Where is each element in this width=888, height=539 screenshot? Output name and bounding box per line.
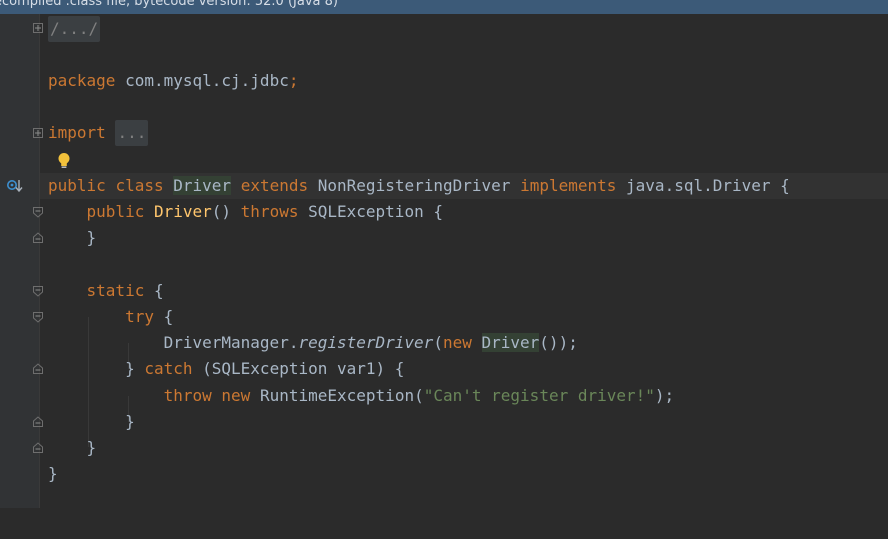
- implements-keyword: implements: [520, 176, 617, 195]
- public-keyword: public: [86, 202, 145, 221]
- close-brace: }: [48, 464, 58, 483]
- throws-keyword: throws: [240, 202, 299, 221]
- parens: (): [211, 202, 232, 221]
- catch-keyword: catch: [144, 359, 193, 378]
- code-line-3[interactable]: package com.mysql.cj.jdbc;: [40, 68, 888, 94]
- code-line-constructor[interactable]: public Driver() throws SQLException {: [40, 199, 888, 225]
- folded-imports[interactable]: ...: [115, 120, 149, 146]
- code-line-constructor-close[interactable]: }: [40, 225, 888, 251]
- public-keyword: public: [48, 176, 106, 195]
- try-keyword: try: [125, 307, 154, 326]
- static-keyword: static: [86, 281, 145, 300]
- import-keyword: import: [48, 123, 106, 142]
- class-name: Driver: [173, 176, 232, 195]
- throw-keyword: throw: [163, 386, 212, 405]
- implemented-method-icon[interactable]: [6, 178, 24, 194]
- call-close: ());: [539, 333, 578, 352]
- code-editor[interactable]: /.../ package com.mysql.cj.jdbc; import …: [40, 14, 888, 508]
- close-brace: }: [86, 438, 97, 457]
- catch-close-brace: }: [125, 359, 145, 378]
- code-line-1[interactable]: /.../: [40, 16, 888, 42]
- open-brace: {: [770, 176, 790, 195]
- code-line-static[interactable]: static {: [40, 278, 888, 304]
- code-line-try[interactable]: try {: [40, 304, 888, 330]
- catch-args: (SQLException var1) {: [192, 359, 405, 378]
- lparen: (: [433, 333, 443, 352]
- code-line-catch[interactable]: } catch (SQLException var1) {: [40, 356, 888, 382]
- semicolon: ;: [288, 71, 299, 90]
- package-name: com.mysql.cj.jdbc: [115, 71, 289, 90]
- driver-manager: DriverManager.: [163, 333, 299, 352]
- decompiled-notice-text: ecompiled .class file, bytecode version:…: [0, 0, 338, 9]
- constructor-name: Driver: [153, 202, 212, 221]
- code-line-catch-close[interactable]: }: [40, 409, 888, 435]
- code-line-throw[interactable]: throw new RuntimeException("Can't regist…: [40, 383, 888, 409]
- decompiled-notice-banner: ecompiled .class file, bytecode version:…: [0, 0, 888, 14]
- close-brace: }: [125, 412, 135, 431]
- interface-name: java.sql.Driver: [626, 176, 771, 195]
- superclass-name: NonRegisteringDriver: [317, 176, 511, 195]
- code-line-register[interactable]: DriverManager.registerDriver(new Driver(…: [40, 330, 888, 356]
- code-line-static-close[interactable]: }: [40, 435, 888, 461]
- package-keyword: package: [48, 71, 116, 90]
- editor-gutter[interactable]: [0, 14, 40, 508]
- rparen-semicolon: );: [654, 386, 675, 405]
- new-keyword: new: [221, 386, 251, 405]
- close-brace: }: [86, 228, 97, 247]
- runtime-exception: RuntimeException(: [259, 386, 424, 405]
- new-keyword: new: [442, 333, 472, 352]
- error-message-string: "Can't register driver!": [423, 386, 655, 405]
- code-line-class-close[interactable]: }: [40, 461, 888, 487]
- exception-type: SQLException: [308, 202, 424, 221]
- code-line-class-declaration[interactable]: public class Driver extends NonRegisteri…: [40, 173, 888, 199]
- class-keyword: class: [115, 176, 164, 195]
- extends-keyword: extends: [240, 176, 309, 195]
- driver-reference: Driver: [481, 333, 540, 352]
- register-driver-call: registerDriver: [298, 333, 434, 352]
- code-line-5[interactable]: import ...: [40, 120, 888, 146]
- folded-header-comment[interactable]: /.../: [48, 16, 101, 42]
